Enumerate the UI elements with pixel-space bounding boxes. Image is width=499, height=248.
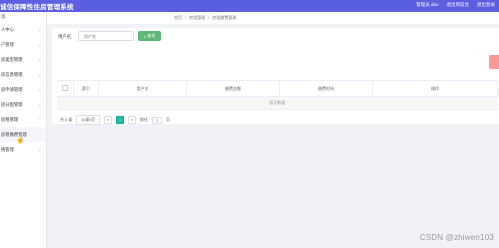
content-panel: 用户名 ⌕ 查询 索引 用户名 缴费金额 缴费时间 操作 暂无数据	[52, 28, 499, 125]
column-header: 缴费金额	[186, 80, 280, 97]
column-header: 操作	[372, 80, 498, 97]
exit-to-frontend-link[interactable]: 退出到前台	[447, 2, 470, 8]
sidebar-item-label: 房申请管理	[1, 87, 23, 92]
total-count: 共 0 条	[60, 117, 73, 122]
app-title: 诚信保障性住房管理系统	[0, 4, 74, 11]
sidebar-item-label: 房类型管理	[1, 57, 23, 62]
chevron-down-icon: ⌄	[37, 102, 41, 107]
chevron-down-icon: ⌄	[37, 57, 41, 62]
sidebar-item-housing-type[interactable]: 房类型管理 ⌄	[0, 52, 46, 67]
sidebar-item-rent-payment[interactable]: 房租缴费管理 ☝	[0, 127, 46, 144]
chevron-down-icon: ⌄	[37, 42, 41, 47]
column-header: 索引	[73, 80, 99, 97]
sidebar-item-users[interactable]: 户管理 ⌄	[0, 37, 46, 52]
sidebar-item-rent[interactable]: 房租管理 ⌃	[0, 112, 46, 127]
sidebar-item-label: 房信息管理	[1, 72, 23, 77]
chevron-down-icon: ⌄	[37, 147, 41, 152]
breadcrumb-rent[interactable]: 房租管理	[189, 15, 205, 21]
breadcrumb-bar: 首页 / 房租管理 / 房租缴费管理	[47, 12, 499, 24]
user-greeting: 管理员 abo	[416, 2, 439, 7]
sidebar-item-label: 统管理	[1, 147, 14, 152]
goto-label: 前往	[140, 117, 149, 122]
sidebar-item-housing-allocation[interactable]: 房分配管理 ⌄	[0, 97, 46, 112]
table-header-row: 索引 用户名 缴费金额 缴费时间 操作	[57, 80, 498, 97]
empty-text: 暂无数据	[57, 96, 498, 110]
search-label: 用户名	[58, 34, 71, 39]
sidebar-item-housing-application[interactable]: 房申请管理 ⌄	[0, 82, 46, 97]
sidebar-header[interactable]: 页	[0, 12, 46, 22]
sidebar-item-label: 房租管理	[1, 117, 19, 122]
search-button-label: 查询	[147, 33, 156, 38]
column-header: 缴费时间	[279, 80, 373, 97]
sidebar-item-label: 房分配管理	[1, 102, 23, 107]
top-bar: 诚信保障性住房管理系统 管理员 abo 退出到前台 退出登录	[0, 0, 499, 12]
chevron-down-icon: ⌄	[37, 72, 41, 77]
top-right-links: 管理员 abo 退出到前台 退出登录	[416, 2, 495, 8]
pagination: 共 0 条 10条/页 < 1 > 前往 1 页	[60, 115, 170, 125]
sidebar-item-system[interactable]: 统管理 ⌄	[0, 142, 46, 157]
sidebar-item-label: 户管理	[1, 42, 14, 47]
username-search-input[interactable]	[78, 31, 134, 41]
sidebar-item-label: 人中心	[1, 27, 14, 32]
search-icon: ⌕	[143, 33, 147, 39]
next-page-button[interactable]: >	[128, 116, 137, 124]
search-button[interactable]: ⌕ 查询	[138, 31, 161, 41]
logout-link[interactable]: 退出登录	[477, 2, 495, 8]
goto-page-input[interactable]: 1	[152, 116, 163, 124]
breadcrumb-separator: /	[208, 15, 210, 20]
watermark: CSDN @zhiwen103	[419, 233, 494, 242]
breadcrumb-home[interactable]: 首页	[174, 15, 182, 21]
delete-button[interactable]	[489, 55, 499, 69]
chevron-up-icon: ⌃	[37, 117, 41, 122]
page-number[interactable]: 1	[116, 116, 125, 124]
prev-page-button[interactable]: <	[104, 116, 113, 124]
select-all-checkbox[interactable]	[62, 85, 68, 91]
breadcrumb: 首页 / 房租管理 / 房租缴费管理	[174, 15, 236, 21]
sidebar: 页 人中心 ⌄ 户管理 ⌄ 房类型管理 ⌄ 房信息管理 ⌄ 房申请管理 ⌄ 房分…	[0, 12, 47, 248]
column-header: 用户名	[98, 80, 187, 97]
breadcrumb-current: 房租缴费管理	[212, 15, 237, 20]
breadcrumb-separator: /	[185, 15, 187, 20]
sidebar-item-personal-center[interactable]: 人中心 ⌄	[0, 22, 46, 37]
select-all-cell[interactable]	[57, 80, 74, 97]
page-size-select[interactable]: 10条/页	[76, 115, 101, 125]
empty-row: 暂无数据	[57, 96, 498, 110]
main-content: 首页 / 房租管理 / 房租缴费管理 用户名 ⌕ 查询 索引 用户名 缴费金额 …	[47, 12, 499, 248]
sidebar-item-housing-info[interactable]: 房信息管理 ⌄	[0, 67, 46, 82]
page-suffix: 页	[166, 117, 171, 122]
chevron-down-icon: ⌄	[37, 27, 41, 32]
data-table: 索引 用户名 缴费金额 缴费时间 操作 暂无数据	[57, 80, 498, 110]
chevron-down-icon: ⌄	[37, 87, 41, 92]
